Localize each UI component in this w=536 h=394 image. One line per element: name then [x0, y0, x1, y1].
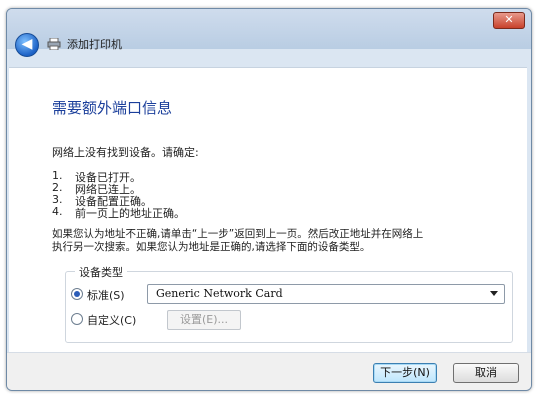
custom-radio[interactable]	[71, 313, 83, 325]
device-type-group	[65, 271, 513, 343]
close-button[interactable]: ✕	[493, 12, 525, 29]
add-printer-window: ✕ ◀ 添加打印机 需要额外端口信息 网络上没有找到设备。请确定: 1. 设备已…	[6, 8, 532, 391]
page-heading: 需要额外端口信息	[52, 99, 173, 117]
close-icon: ✕	[504, 13, 514, 26]
wizard-title: 添加打印机	[67, 38, 122, 51]
printer-icon	[47, 38, 61, 50]
device-type-select[interactable]: Generic Network Card	[147, 284, 505, 304]
settings-button: 设置(E)...	[167, 310, 241, 330]
chevron-down-icon	[490, 291, 498, 296]
checklist-item: 前一页上的地址正确。	[75, 207, 185, 220]
wizard-footer: 下一步(N) 取消	[7, 352, 531, 390]
title-bar: ✕ ◀ 添加打印机	[7, 9, 531, 57]
standard-radio-label[interactable]: 标准(S)	[87, 287, 125, 303]
back-button[interactable]: ◀	[15, 33, 39, 57]
advice-text: 执行另一次搜索。如果您认为地址是正确的,请选择下面的设备类型。	[52, 241, 371, 253]
list-number: 4.	[52, 205, 63, 218]
back-arrow-icon: ◀	[21, 36, 33, 52]
standard-radio[interactable]	[71, 288, 83, 300]
custom-radio-label[interactable]: 自定义(C)	[87, 312, 136, 328]
device-type-select-value: Generic Network Card	[156, 287, 283, 300]
next-button[interactable]: 下一步(N)	[373, 363, 437, 383]
device-type-group-label: 设备类型	[75, 264, 127, 280]
wizard-content: 需要额外端口信息 网络上没有找到设备。请确定: 1. 设备已打开。 2. 网络已…	[9, 67, 527, 352]
intro-text: 网络上没有找到设备。请确定:	[52, 146, 199, 159]
cancel-button[interactable]: 取消	[453, 363, 519, 383]
